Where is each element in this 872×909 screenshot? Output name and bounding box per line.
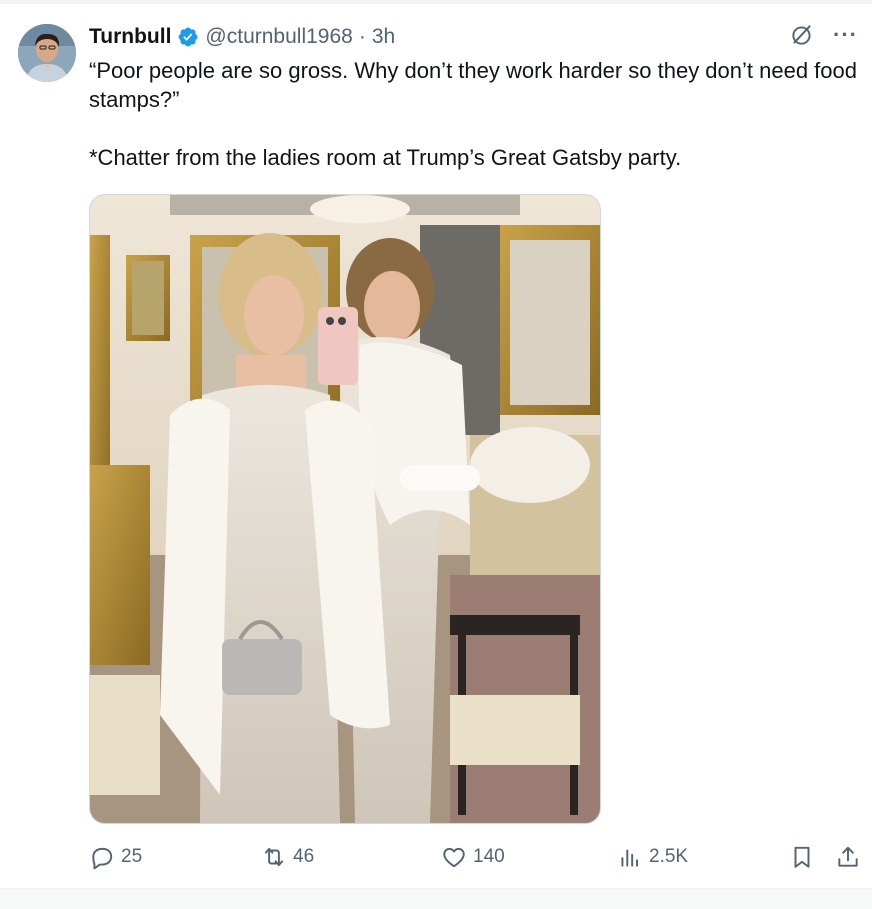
avatar[interactable] [18, 24, 76, 82]
header-actions: ··· [789, 22, 858, 48]
like-button[interactable]: 140 [441, 840, 505, 874]
bookmark-button[interactable] [789, 840, 815, 874]
share-button[interactable] [835, 840, 861, 874]
more-icon[interactable]: ··· [833, 24, 858, 46]
reply-icon [92, 847, 113, 870]
verified-badge-icon[interactable] [177, 26, 199, 48]
bookmark-icon [794, 846, 810, 868]
repost-icon [264, 847, 284, 867]
reply-count: 25 [121, 846, 143, 867]
tweet-body: “Poor people are so gross. Why don’t the… [89, 56, 859, 172]
author-handle[interactable]: @cturnbull1968 [205, 25, 352, 49]
photo-image [90, 195, 600, 823]
top-divider [0, 0, 872, 4]
timestamp[interactable]: 3h [372, 25, 395, 49]
tweet-actions: 25 46 140 2.5K [89, 840, 864, 874]
like-count: 140 [473, 846, 505, 867]
share-icon [838, 846, 858, 867]
views-icon [621, 849, 639, 867]
views-button[interactable]: 2.5K [617, 840, 688, 874]
tweet-text-caption: *Chatter from the ladies room at Trump’s… [89, 145, 682, 170]
reply-button[interactable]: 25 [89, 840, 142, 874]
like-icon [443, 847, 465, 868]
view-count: 2.5K [649, 846, 689, 867]
author-name[interactable]: Turnbull [89, 25, 171, 49]
grok-icon[interactable] [789, 22, 815, 48]
repost-button[interactable]: 46 [261, 840, 314, 874]
bottom-divider [0, 888, 872, 909]
tweet-text-quote: “Poor people are so gross. Why don’t the… [89, 58, 857, 112]
repost-count: 46 [293, 846, 315, 867]
tweet-photo[interactable] [89, 194, 601, 824]
tweet-header: Turnbull @cturnbull1968 · 3h [89, 22, 395, 52]
separator-dot: · [358, 25, 366, 48]
avatar-image [18, 24, 76, 82]
